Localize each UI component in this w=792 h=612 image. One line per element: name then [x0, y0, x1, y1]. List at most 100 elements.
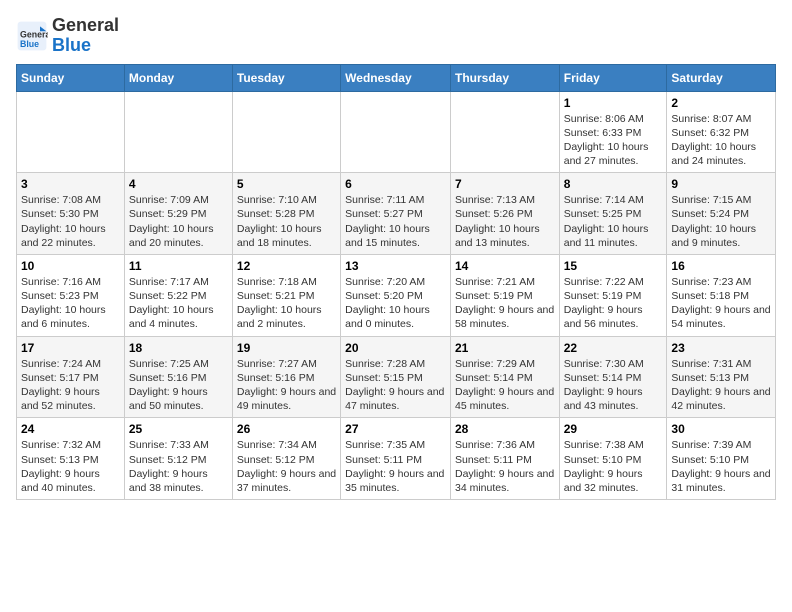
- day-number: 16: [671, 259, 771, 273]
- day-number: 9: [671, 177, 771, 191]
- logo: General Blue GeneralBlue: [16, 16, 119, 56]
- calendar-cell: 18Sunrise: 7:25 AM Sunset: 5:16 PM Dayli…: [124, 336, 232, 418]
- calendar-week-row: 3 Sunrise: 7:08 AM Sunset: 5:30 PM Daylig…: [17, 173, 776, 255]
- calendar-cell: 20Sunrise: 7:28 AM Sunset: 5:15 PM Dayli…: [341, 336, 451, 418]
- day-info: Sunrise: 7:29 AM Sunset: 5:14 PM Dayligh…: [455, 357, 555, 414]
- day-number: 24: [21, 422, 120, 436]
- day-number: 4: [129, 177, 228, 191]
- calendar-body: 1 Sunrise: 8:06 AM Sunset: 6:33 PM Daylig…: [17, 91, 776, 499]
- day-number: 13: [345, 259, 446, 273]
- day-info: Sunrise: 7:32 AM Sunset: 5:13 PM Dayligh…: [21, 438, 120, 495]
- day-number: 29: [564, 422, 663, 436]
- calendar-cell: 3 Sunrise: 7:08 AM Sunset: 5:30 PM Daylig…: [17, 173, 125, 255]
- day-info: Sunrise: 7:36 AM Sunset: 5:11 PM Dayligh…: [455, 438, 555, 495]
- calendar-cell: 10 Sunrise: 7:16 AM Sunset: 5:23 PM Dayli…: [17, 254, 125, 336]
- header-day: Sunday: [17, 64, 125, 91]
- day-number: 12: [237, 259, 336, 273]
- day-info: Sunrise: 8:06 AM Sunset: 6:33 PM Dayligh…: [564, 112, 663, 169]
- day-info: Sunrise: 7:08 AM Sunset: 5:30 PM Dayligh…: [21, 193, 120, 250]
- calendar-cell: 15 Sunrise: 7:22 AM Sunset: 5:19 PM Dayli…: [559, 254, 667, 336]
- day-info: Sunrise: 7:14 AM Sunset: 5:25 PM Dayligh…: [564, 193, 663, 250]
- day-number: 18: [129, 341, 228, 355]
- calendar-cell: 5Sunrise: 7:10 AM Sunset: 5:28 PM Daylig…: [232, 173, 340, 255]
- day-number: 23: [671, 341, 771, 355]
- calendar-cell: 14 Sunrise: 7:21 AM Sunset: 5:19 PM Dayli…: [450, 254, 559, 336]
- calendar-cell: [450, 91, 559, 173]
- day-number: 25: [129, 422, 228, 436]
- calendar-cell: 24 Sunrise: 7:32 AM Sunset: 5:13 PM Dayli…: [17, 418, 125, 500]
- calendar-week-row: 1 Sunrise: 8:06 AM Sunset: 6:33 PM Daylig…: [17, 91, 776, 173]
- day-number: 28: [455, 422, 555, 436]
- header-row: SundayMondayTuesdayWednesdayThursdayFrid…: [17, 64, 776, 91]
- day-number: 2: [671, 96, 771, 110]
- calendar-week-row: 24 Sunrise: 7:32 AM Sunset: 5:13 PM Dayli…: [17, 418, 776, 500]
- day-info: Sunrise: 7:09 AM Sunset: 5:29 PM Dayligh…: [129, 193, 228, 250]
- day-number: 26: [237, 422, 336, 436]
- header-day: Monday: [124, 64, 232, 91]
- day-info: Sunrise: 7:13 AM Sunset: 5:26 PM Dayligh…: [455, 193, 555, 250]
- calendar-cell: 2 Sunrise: 8:07 AM Sunset: 6:32 PM Daylig…: [667, 91, 776, 173]
- day-info: Sunrise: 7:18 AM Sunset: 5:21 PM Dayligh…: [237, 275, 336, 332]
- day-info: Sunrise: 7:22 AM Sunset: 5:19 PM Dayligh…: [564, 275, 663, 332]
- day-info: Sunrise: 7:21 AM Sunset: 5:19 PM Dayligh…: [455, 275, 555, 332]
- calendar-cell: 12 Sunrise: 7:18 AM Sunset: 5:21 PM Dayli…: [232, 254, 340, 336]
- day-number: 15: [564, 259, 663, 273]
- day-info: Sunrise: 7:34 AM Sunset: 5:12 PM Dayligh…: [237, 438, 336, 495]
- page-header: General Blue GeneralBlue: [16, 16, 776, 56]
- calendar-header: SundayMondayTuesdayWednesdayThursdayFrid…: [17, 64, 776, 91]
- day-number: 19: [237, 341, 336, 355]
- day-info: Sunrise: 7:27 AM Sunset: 5:16 PM Dayligh…: [237, 357, 336, 414]
- day-number: 7: [455, 177, 555, 191]
- calendar-cell: 7 Sunrise: 7:13 AM Sunset: 5:26 PM Daylig…: [450, 173, 559, 255]
- day-number: 30: [671, 422, 771, 436]
- day-info: Sunrise: 7:30 AM Sunset: 5:14 PM Dayligh…: [564, 357, 663, 414]
- day-number: 21: [455, 341, 555, 355]
- day-info: Sunrise: 7:15 AM Sunset: 5:24 PM Dayligh…: [671, 193, 771, 250]
- calendar-week-row: 10 Sunrise: 7:16 AM Sunset: 5:23 PM Dayli…: [17, 254, 776, 336]
- day-number: 17: [21, 341, 120, 355]
- day-number: 3: [21, 177, 120, 191]
- calendar-cell: 26 Sunrise: 7:34 AM Sunset: 5:12 PM Dayli…: [232, 418, 340, 500]
- svg-text:Blue: Blue: [20, 39, 39, 49]
- calendar-cell: 1 Sunrise: 8:06 AM Sunset: 6:33 PM Daylig…: [559, 91, 667, 173]
- day-info: Sunrise: 7:31 AM Sunset: 5:13 PM Dayligh…: [671, 357, 771, 414]
- calendar-cell: [341, 91, 451, 173]
- calendar-cell: 25 Sunrise: 7:33 AM Sunset: 5:12 PM Dayli…: [124, 418, 232, 500]
- calendar-cell: [232, 91, 340, 173]
- header-day: Thursday: [450, 64, 559, 91]
- calendar-cell: 30Sunrise: 7:39 AM Sunset: 5:10 PM Dayli…: [667, 418, 776, 500]
- day-number: 10: [21, 259, 120, 273]
- day-info: Sunrise: 7:20 AM Sunset: 5:20 PM Dayligh…: [345, 275, 446, 332]
- day-info: Sunrise: 8:07 AM Sunset: 6:32 PM Dayligh…: [671, 112, 771, 169]
- day-info: Sunrise: 7:11 AM Sunset: 5:27 PM Dayligh…: [345, 193, 446, 250]
- calendar-cell: 4 Sunrise: 7:09 AM Sunset: 5:29 PM Daylig…: [124, 173, 232, 255]
- calendar-cell: [17, 91, 125, 173]
- calendar-cell: 17Sunrise: 7:24 AM Sunset: 5:17 PM Dayli…: [17, 336, 125, 418]
- day-info: Sunrise: 7:10 AM Sunset: 5:28 PM Dayligh…: [237, 193, 336, 250]
- calendar-cell: 19 Sunrise: 7:27 AM Sunset: 5:16 PM Dayli…: [232, 336, 340, 418]
- day-number: 8: [564, 177, 663, 191]
- logo-icon: General Blue: [16, 20, 48, 52]
- day-info: Sunrise: 7:38 AM Sunset: 5:10 PM Dayligh…: [564, 438, 663, 495]
- calendar-cell: 16Sunrise: 7:23 AM Sunset: 5:18 PM Dayli…: [667, 254, 776, 336]
- header-day: Saturday: [667, 64, 776, 91]
- day-number: 1: [564, 96, 663, 110]
- day-number: 6: [345, 177, 446, 191]
- calendar-cell: 28 Sunrise: 7:36 AM Sunset: 5:11 PM Dayli…: [450, 418, 559, 500]
- header-day: Wednesday: [341, 64, 451, 91]
- header-day: Tuesday: [232, 64, 340, 91]
- calendar-cell: 23 Sunrise: 7:31 AM Sunset: 5:13 PM Dayli…: [667, 336, 776, 418]
- calendar-cell: 21 Sunrise: 7:29 AM Sunset: 5:14 PM Dayli…: [450, 336, 559, 418]
- calendar-cell: 9 Sunrise: 7:15 AM Sunset: 5:24 PM Daylig…: [667, 173, 776, 255]
- day-info: Sunrise: 7:33 AM Sunset: 5:12 PM Dayligh…: [129, 438, 228, 495]
- day-info: Sunrise: 7:17 AM Sunset: 5:22 PM Dayligh…: [129, 275, 228, 332]
- day-info: Sunrise: 7:35 AM Sunset: 5:11 PM Dayligh…: [345, 438, 446, 495]
- calendar-cell: 6 Sunrise: 7:11 AM Sunset: 5:27 PM Daylig…: [341, 173, 451, 255]
- day-number: 20: [345, 341, 446, 355]
- day-number: 11: [129, 259, 228, 273]
- header-day: Friday: [559, 64, 667, 91]
- calendar-cell: 11 Sunrise: 7:17 AM Sunset: 5:22 PM Dayli…: [124, 254, 232, 336]
- day-number: 14: [455, 259, 555, 273]
- day-number: 22: [564, 341, 663, 355]
- day-info: Sunrise: 7:16 AM Sunset: 5:23 PM Dayligh…: [21, 275, 120, 332]
